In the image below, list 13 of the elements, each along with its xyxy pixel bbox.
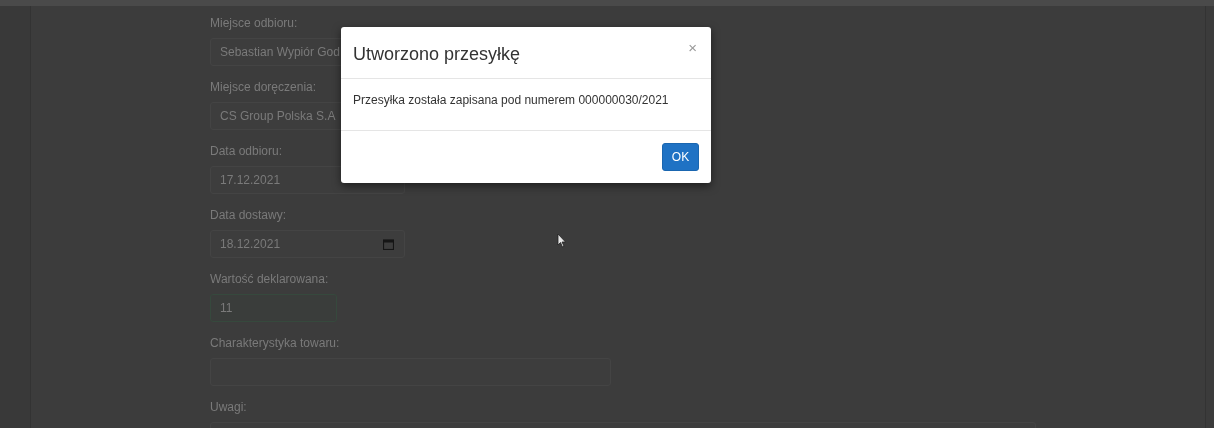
- close-button[interactable]: ×: [688, 39, 697, 56]
- ok-button[interactable]: OK: [662, 143, 699, 171]
- date-field[interactable]: 18.12.2021: [210, 230, 405, 258]
- field-label: Miejsce odbioru:: [210, 15, 298, 32]
- field-label: Uwagi:: [210, 399, 247, 416]
- field-label: Miejsce doręczenia:: [210, 79, 317, 96]
- field-label: Charakterystyka towaru:: [210, 335, 340, 352]
- mouse-cursor-icon: [557, 233, 567, 248]
- field-label: Data odbioru:: [210, 143, 283, 160]
- input-field[interactable]: 11: [210, 294, 337, 322]
- field-label: Wartość deklarowana:: [210, 271, 329, 288]
- calendar-icon[interactable]: [383, 238, 394, 250]
- field-label: Data dostawy:: [210, 207, 287, 224]
